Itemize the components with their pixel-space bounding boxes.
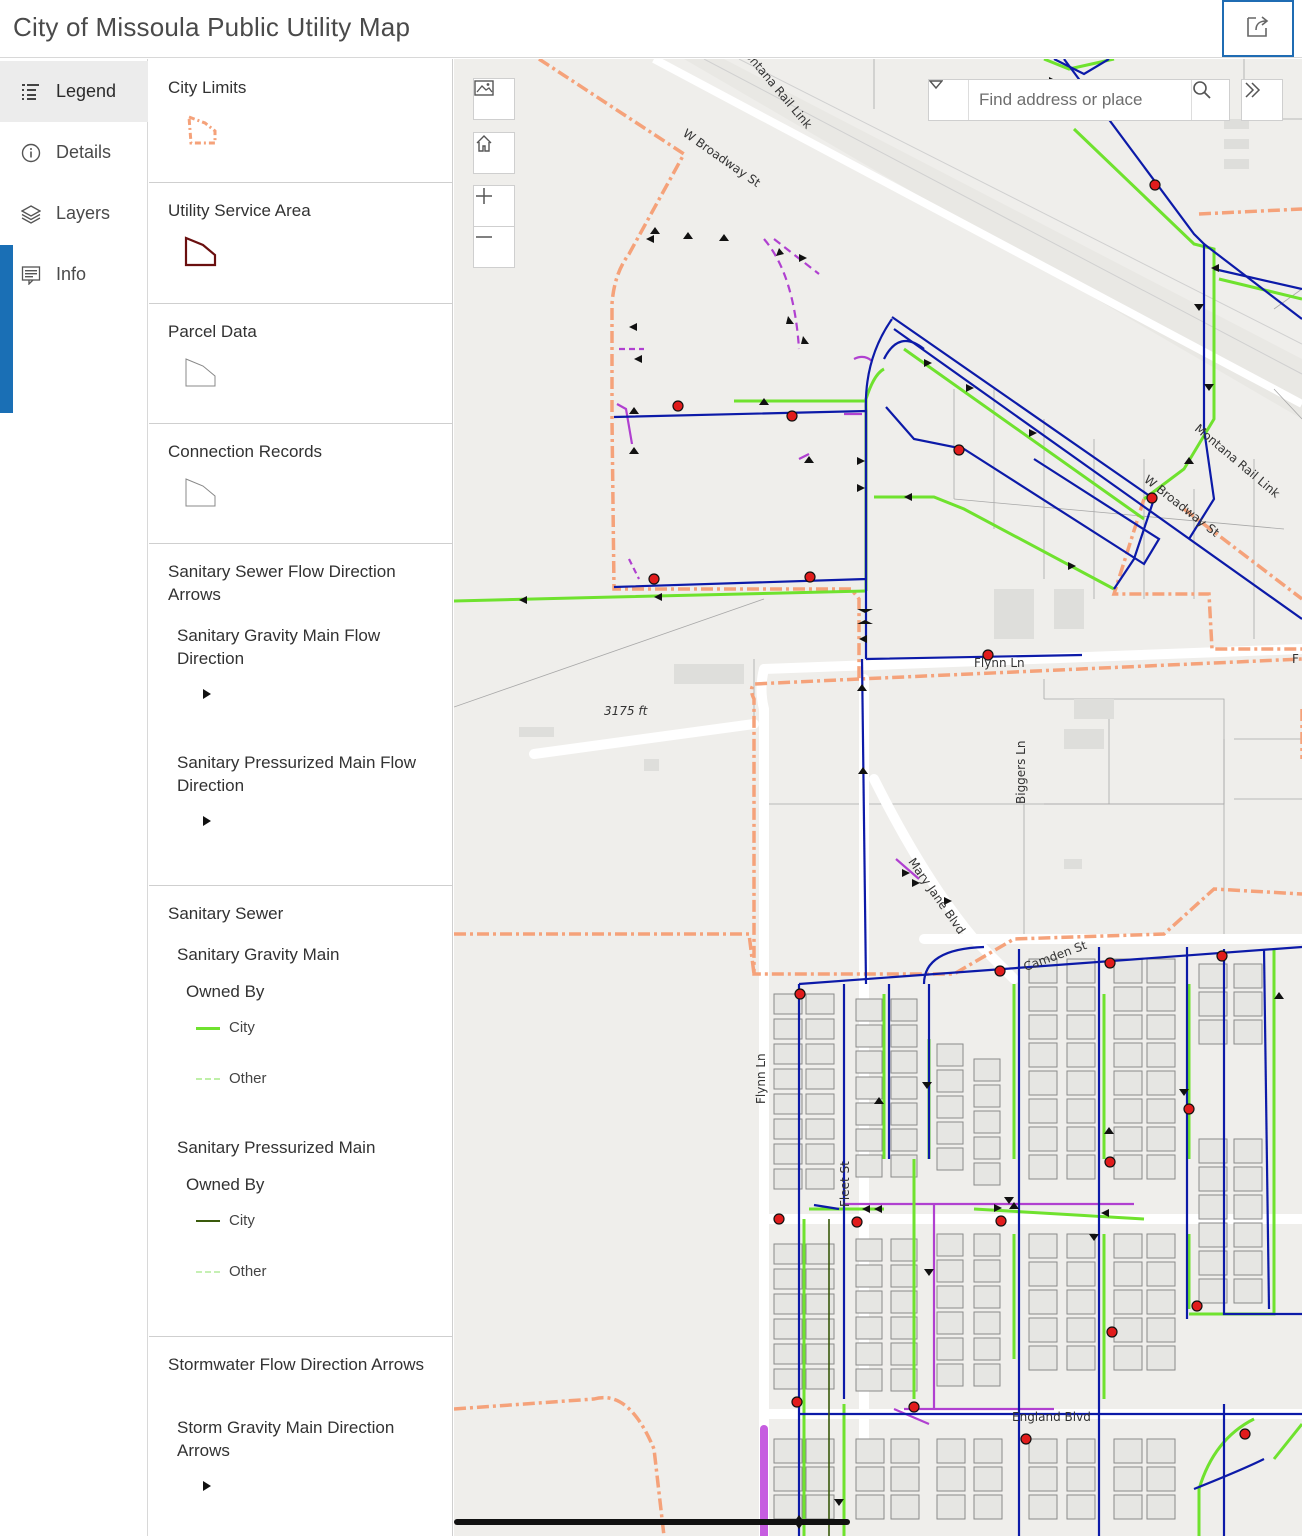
legend-subtitle-gravity-main: Sanitary Gravity Main bbox=[177, 945, 340, 964]
legend-section-sewer-flow: Sanitary Sewer Flow Direction Arrows San… bbox=[149, 544, 452, 886]
map-canvas[interactable] bbox=[454, 59, 1302, 1536]
search-input[interactable] bbox=[969, 80, 1193, 120]
legend-owned-by: Owned By bbox=[186, 982, 265, 1001]
nav-label-legend: Legend bbox=[56, 81, 117, 101]
legend-label-other: Other bbox=[229, 1070, 267, 1087]
other-gravity-swatch bbox=[196, 1078, 220, 1080]
legend-section-service-area: Utility Service Area bbox=[149, 183, 452, 304]
legend-section-connections: Connection Records bbox=[149, 424, 452, 544]
city-pressurized-swatch bbox=[196, 1220, 220, 1222]
map-view[interactable]: Montana Rail Link W Broadway St Montana … bbox=[454, 59, 1302, 1536]
legend-panel: City Limits Utility Service Area Parcel … bbox=[149, 59, 453, 1536]
legend-title-connections: Connection Records bbox=[168, 442, 323, 461]
legend-label-city: City bbox=[229, 1019, 255, 1036]
share-button[interactable] bbox=[1222, 0, 1294, 57]
legend-section-parcel: Parcel Data bbox=[149, 304, 452, 424]
arrow-right-icon bbox=[203, 689, 211, 699]
legend-icon bbox=[20, 81, 42, 103]
map-label-flynn-ln: Flynn Ln bbox=[974, 656, 1025, 670]
legend-title-parcel: Parcel Data bbox=[168, 322, 257, 341]
nav-label-info: Info bbox=[56, 264, 87, 284]
map-label-england-blvd: England Blvd bbox=[1012, 1410, 1091, 1424]
search-widget bbox=[928, 79, 1230, 121]
service-area-swatch bbox=[184, 236, 217, 267]
share-icon bbox=[1244, 12, 1272, 45]
info-circle-icon bbox=[20, 142, 42, 164]
map-label-flynn-ln-vertical: Flynn Ln bbox=[754, 1053, 768, 1104]
nav-item-legend[interactable]: Legend bbox=[0, 61, 148, 122]
nav-item-details[interactable]: Details bbox=[0, 122, 148, 183]
zoom-in-button[interactable] bbox=[473, 185, 515, 227]
arrow-right-icon bbox=[203, 1481, 211, 1491]
nav-item-info[interactable]: Info bbox=[0, 244, 148, 305]
search-source-dropdown[interactable] bbox=[929, 80, 969, 120]
nav-label-layers: Layers bbox=[56, 203, 111, 223]
arrow-right-icon bbox=[203, 816, 211, 826]
map-label-elevation: 3175 ft bbox=[604, 704, 648, 718]
map-label-biggers-ln: Biggers Ln bbox=[1014, 740, 1028, 804]
legend-label-city: City bbox=[229, 1212, 255, 1229]
legend-subtitle-gravity-flow: Sanitary Gravity Main Flow Direction bbox=[177, 626, 381, 668]
app-title: City of Missoula Public Utility Map bbox=[13, 12, 411, 42]
layers-icon bbox=[20, 203, 42, 225]
legend-title-storm-flow: Stormwater Flow Direction Arrows bbox=[168, 1355, 425, 1374]
legend-subtitle-storm-gravity: Storm Gravity Main Direction Arrows bbox=[177, 1418, 395, 1460]
legend-section-storm-flow: Stormwater Flow Direction Arrows Storm G… bbox=[149, 1337, 452, 1536]
basemap-button[interactable] bbox=[473, 78, 515, 120]
app-header: City of Missoula Public Utility Map bbox=[0, 0, 1302, 58]
map-label-flynn-ln-edge: F bbox=[1292, 652, 1299, 666]
parcel-swatch bbox=[185, 358, 216, 387]
map-label-fleet-st: Fleet St bbox=[838, 1161, 852, 1207]
legend-title-service-area: Utility Service Area bbox=[168, 201, 311, 220]
side-nav: Legend Details Layers Info bbox=[0, 59, 148, 1536]
zoom-out-button[interactable] bbox=[473, 226, 515, 268]
nav-label-details: Details bbox=[56, 142, 112, 162]
legend-title-sewer-flow: Sanitary Sewer Flow Direction Arrows bbox=[168, 562, 396, 604]
legend-subtitle-pressurized-main: Sanitary Pressurized Main bbox=[177, 1138, 376, 1157]
legend-title-sanitary-sewer: Sanitary Sewer bbox=[168, 904, 284, 923]
legend-section-city-limits: City Limits bbox=[149, 59, 452, 183]
nav-item-layers[interactable]: Layers bbox=[0, 183, 148, 244]
legend-owned-by: Owned By bbox=[186, 1175, 265, 1194]
search-button[interactable] bbox=[1191, 80, 1229, 120]
legend-subtitle-pressurized-flow: Sanitary Pressurized Main Flow Direction bbox=[177, 753, 417, 795]
home-indicator bbox=[454, 1519, 850, 1525]
other-pressurized-swatch bbox=[196, 1271, 220, 1273]
city-limits-swatch bbox=[187, 114, 217, 145]
city-gravity-swatch bbox=[196, 1027, 220, 1030]
info-panel-icon bbox=[20, 264, 42, 286]
legend-title-city-limits: City Limits bbox=[168, 78, 247, 97]
connections-swatch bbox=[185, 478, 216, 507]
home-button[interactable] bbox=[473, 132, 515, 174]
legend-label-other: Other bbox=[229, 1263, 267, 1280]
legend-section-sanitary-sewer: Sanitary Sewer Sanitary Gravity Main Own… bbox=[149, 886, 452, 1337]
expand-button[interactable] bbox=[1241, 79, 1283, 121]
